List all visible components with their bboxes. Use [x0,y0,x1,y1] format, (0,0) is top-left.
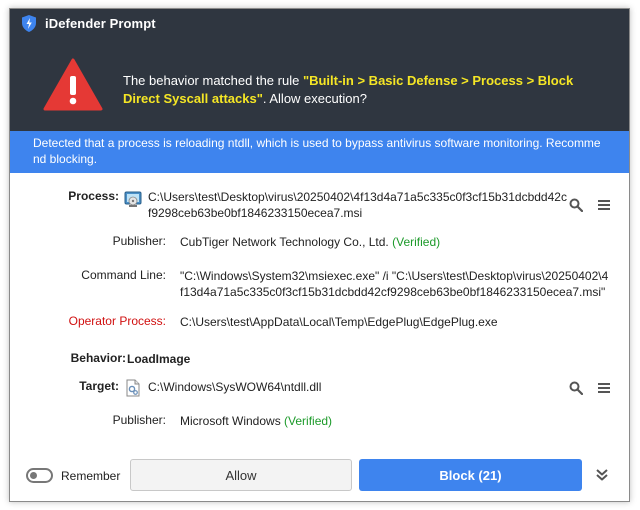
msi-installer-icon [124,191,142,207]
target-path: C:\Windows\SysWOW64\ntdll.dll [148,380,322,394]
publisher-verified: (Verified) [392,235,441,249]
search-icon[interactable] [569,198,583,212]
message-prefix: The behavior matched the rule [123,73,303,88]
details-panel: Process: C:\Users\test\Desktop\virus\202… [10,173,629,454]
behavior-value: LoadImage [127,352,191,366]
publisher-name: CubTiger Network Technology Co., Ltd. [180,235,389,249]
action-bar: Remember Allow Block (21) [10,454,629,501]
menu-icon[interactable] [597,381,611,395]
target-publisher-label: Publisher: [112,413,166,427]
process-path: C:\Users\test\Desktop\virus\20250402\4f1… [148,190,567,220]
process-label: Process: [68,189,119,203]
menu-icon[interactable] [597,198,611,212]
operator-process-label: Operator Process: [68,314,166,328]
block-button[interactable]: Block (21) [359,459,582,491]
alert-header: The behavior matched the rule "Built-in … [10,38,629,131]
toggle-knob [30,472,37,479]
title-bar: iDefender Prompt [10,9,629,38]
target-publisher-name: Microsoft Windows [180,414,281,428]
remember-toggle[interactable] [26,468,53,483]
message-suffix: . Allow execution? [262,91,367,106]
target-publisher-value: Microsoft Windows (Verified) [180,413,600,429]
window-title: iDefender Prompt [45,16,156,31]
alert-message: The behavior matched the rule "Built-in … [123,72,593,108]
shield-icon [22,15,36,32]
operator-process-value: C:\Users\test\AppData\Local\Temp\EdgePlu… [180,315,498,329]
detection-banner: Detected that a process is reloading ntd… [10,131,629,173]
dll-file-icon [126,379,140,397]
allow-button[interactable]: Allow [130,459,352,491]
search-icon[interactable] [569,381,583,395]
command-line-value: "C:\Windows\System32\msiexec.exe" /i "C:… [180,269,609,299]
warning-triangle-icon [43,58,103,111]
chevron-double-down-icon[interactable] [595,468,609,482]
target-publisher-verified: (Verified) [284,414,333,428]
remember-label: Remember [61,469,121,483]
behavior-label: Behavior: [70,351,126,365]
prompt-window: iDefender Prompt The behavior matched th… [9,8,630,502]
publisher-label: Publisher: [112,234,166,248]
publisher-value: CubTiger Network Technology Co., Ltd. (V… [180,234,600,250]
command-line-label: Command Line: [81,268,166,282]
target-label: Target: [79,379,119,393]
